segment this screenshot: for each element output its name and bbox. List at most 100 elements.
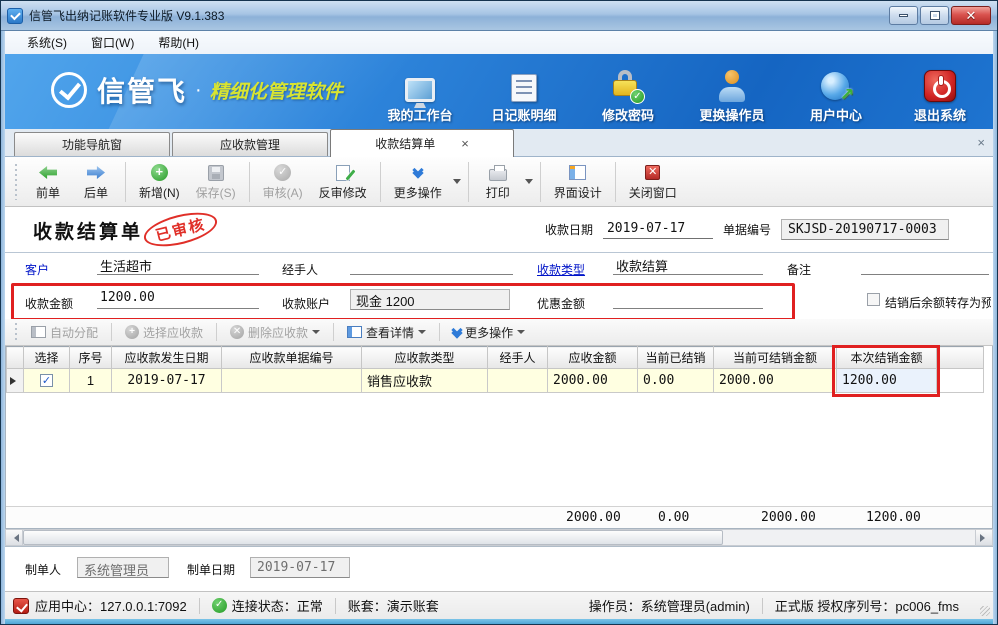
tab-receipt-settlement[interactable]: 收款结算单 × (330, 129, 514, 157)
col-handler[interactable]: 经手人 (488, 347, 548, 369)
col-available[interactable]: 当前可结销金额 (714, 347, 837, 369)
total-receivable: 2000.00 (566, 510, 621, 525)
dropdown-arrow-icon (517, 330, 525, 338)
remark-field[interactable] (861, 256, 989, 275)
col-receivable[interactable]: 应收金额 (548, 347, 638, 369)
receivables-grid: 选择 序号 应收款发生日期 应收款单据编号 应收款类型 经手人 应收金额 当前已… (5, 346, 993, 529)
scroll-right-button[interactable] (975, 530, 992, 545)
cell-date: 2019-07-17 (112, 369, 222, 393)
print-button[interactable]: 打印 (474, 160, 522, 204)
user-center-button[interactable]: ↗ 用户中心 (797, 62, 875, 124)
prev-doc-button[interactable]: 前单 (24, 160, 72, 204)
col-date[interactable]: 应收款发生日期 (112, 347, 222, 369)
col-doc-no[interactable]: 应收款单据编号 (222, 347, 362, 369)
amount-field[interactable]: 1200.00 (97, 290, 259, 309)
col-seq[interactable]: 序号 (70, 347, 112, 369)
row-checkbox-checked[interactable]: ✓ (40, 374, 53, 387)
add-button[interactable]: + 新增(N) (131, 160, 188, 204)
document-title: 收款结算单 (33, 217, 143, 244)
customer-label: 客户 (25, 261, 49, 278)
title-bar: 信管飞出纳记账软件专业版 V9.1.383 ✕ (1, 1, 997, 31)
tab-close-icon[interactable]: × (461, 136, 469, 151)
horizontal-scrollbar[interactable] (5, 529, 993, 546)
connection-status: 连接状态：正常 (232, 596, 323, 615)
col-type[interactable]: 应收款类型 (362, 347, 488, 369)
more-operations-button[interactable]: 更多操作 (386, 160, 450, 204)
brand-dot: · (195, 79, 202, 102)
col-current[interactable]: 本次结销金额 (837, 347, 937, 369)
resize-grip[interactable] (980, 606, 990, 616)
discount-field[interactable] (613, 290, 763, 309)
menu-help[interactable]: 帮助(H) (146, 32, 211, 53)
save-button[interactable]: 保存(S) (188, 160, 244, 204)
unaudit-button[interactable]: 反审修改 (311, 160, 375, 204)
workstation-icon (405, 62, 435, 102)
main-toolbar: 前单 后单 + 新增(N) 保存(S) ✓ 审核(A) 反审修改 (5, 157, 993, 207)
footer-form: 制单人 系统管理员 制单日期 2019-07-17 (5, 546, 993, 591)
scroll-left-button[interactable] (6, 530, 23, 545)
dropdown-arrow-icon[interactable] (453, 179, 461, 188)
document-header: 收款结算单 已审核 收款日期 2019-07-17 单据编号 SKJSD-201… (5, 207, 993, 253)
printer-icon (489, 164, 507, 182)
audit-button[interactable]: ✓ 审核(A) (255, 160, 311, 204)
scrollbar-thumb[interactable] (23, 530, 723, 545)
col-select[interactable]: 选择 (24, 347, 70, 369)
account-label: 收款账户 (282, 295, 330, 312)
table-header-row: 选择 序号 应收款发生日期 应收款单据编号 应收款类型 经手人 应收金额 当前已… (7, 347, 984, 369)
add-icon: + (151, 164, 168, 182)
ui-design-icon (569, 164, 586, 182)
switch-operator-button[interactable]: 更换操作员 (693, 62, 771, 124)
window-left-border (1, 31, 5, 624)
delete-receivable-button[interactable]: ✕ 删除应收款 (223, 322, 327, 343)
view-detail-button[interactable]: 查看详情 (340, 322, 433, 343)
app-window: 信管飞出纳记账软件专业版 V9.1.383 ✕ 系统(S) 窗口(W) 帮助(H… (0, 0, 998, 625)
maker-label: 制单人 (25, 561, 61, 578)
grid-toolbar: 自动分配 + 选择应收款 ✕ 删除应收款 查看详情 更多操作 (5, 319, 993, 346)
handler-field[interactable] (350, 256, 513, 275)
grid-more-operations-button[interactable]: 更多操作 (446, 322, 532, 343)
cell-receivable: 2000.00 (548, 369, 638, 393)
menu-window[interactable]: 窗口(W) (79, 32, 146, 53)
tabstrip-close-icon[interactable]: × (977, 135, 985, 150)
close-button[interactable]: ✕ (951, 6, 991, 25)
next-doc-button[interactable]: 后单 (72, 160, 120, 204)
change-password-button[interactable]: ✓ 修改密码 (589, 62, 667, 124)
journal-detail-button[interactable]: 日记账明细 (485, 62, 563, 124)
window-title: 信管飞出纳记账软件专业版 V9.1.383 (29, 7, 224, 24)
dropdown-arrow-icon[interactable] (525, 179, 533, 188)
doc-number-field: SKJSD-20190717-0003 (781, 219, 949, 240)
menu-system[interactable]: 系统(S) (15, 32, 79, 53)
save-icon (208, 164, 224, 182)
double-chevron-down-icon (453, 328, 461, 337)
customer-field[interactable]: 生活超市 (97, 256, 259, 275)
receipt-type-label[interactable]: 收款类型 (537, 261, 585, 278)
close-window-button[interactable]: ✕ 关闭窗口 (621, 160, 685, 204)
tab-function-nav[interactable]: 功能导航窗 (14, 132, 170, 156)
edit-page-icon (336, 164, 350, 182)
receipt-type-field[interactable]: 收款结算 (613, 256, 763, 275)
transfer-balance-checkbox[interactable] (867, 293, 880, 306)
tab-receivable-mgmt[interactable]: 应收款管理 (172, 132, 328, 156)
select-receivable-button[interactable]: + 选择应收款 (118, 322, 210, 343)
ui-design-button[interactable]: 界面设计 (546, 160, 610, 204)
table-row[interactable]: ✓ 1 2019-07-17 销售应收款 2000.00 0.00 2000.0… (7, 369, 984, 393)
col-settled[interactable]: 当前已结销 (638, 347, 714, 369)
workstation-button[interactable]: 我的工作台 (381, 62, 459, 124)
receipt-date-field[interactable]: 2019-07-17 (603, 220, 713, 239)
minimize-button[interactable] (889, 6, 918, 25)
connection-ok-icon: ✓ (212, 598, 227, 613)
transfer-balance-label: 结销后余额转存为预 (885, 294, 991, 311)
total-available: 2000.00 (761, 510, 816, 525)
cell-current-settle[interactable]: 1200.00 (837, 369, 937, 393)
toolbar-grip (13, 323, 18, 341)
exit-system-button[interactable]: 退出系统 (901, 62, 979, 124)
cell-doc-no (222, 369, 362, 393)
account-field[interactable]: 现金 1200 (350, 289, 510, 310)
cell-select[interactable]: ✓ (24, 369, 70, 393)
cell-seq: 1 (70, 369, 112, 393)
auto-assign-button[interactable]: 自动分配 (24, 322, 105, 343)
app-logo-icon (7, 8, 23, 24)
restore-button[interactable] (920, 6, 949, 25)
circle-x-icon: ✕ (230, 325, 244, 339)
window-icon (31, 326, 46, 338)
